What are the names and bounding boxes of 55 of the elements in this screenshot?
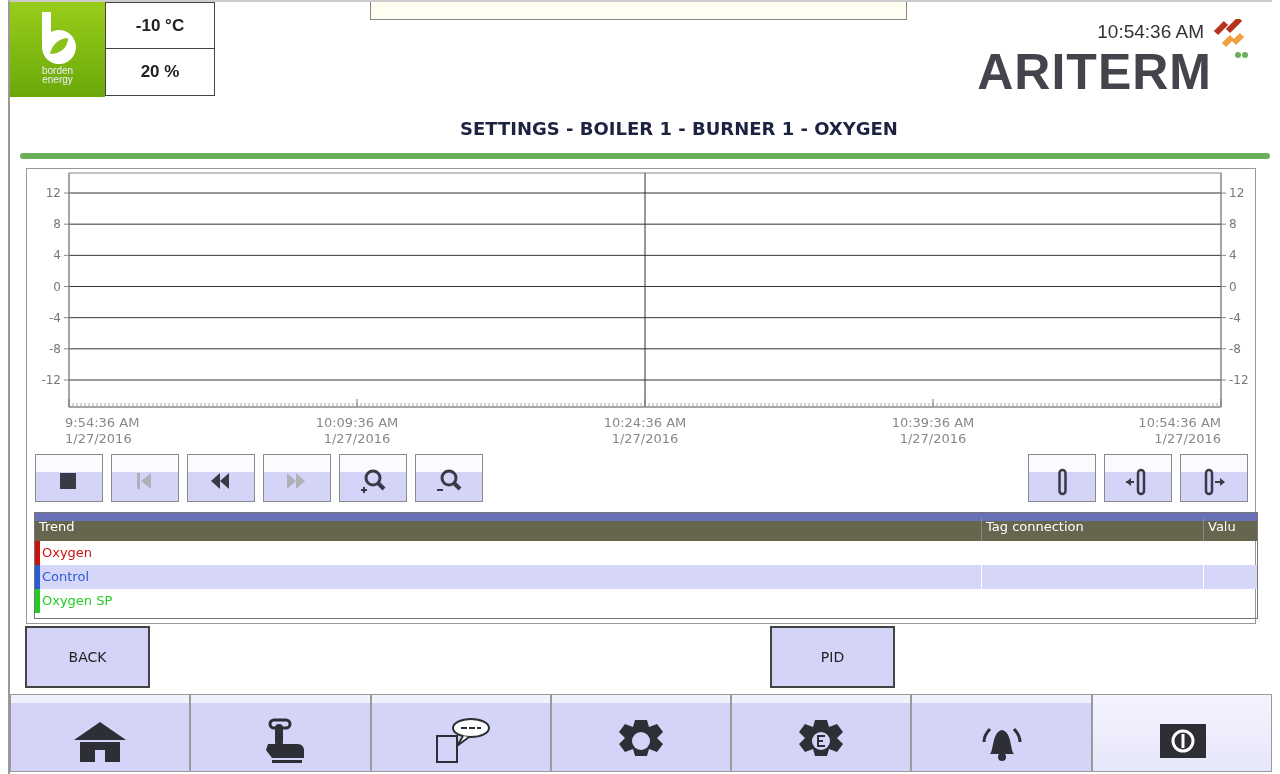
nav-tab[interactable] — [10, 694, 191, 772]
nav-tab[interactable] — [190, 694, 371, 772]
zoom-in-button[interactable] — [339, 454, 407, 502]
axis-label: 9:54:36 AM — [65, 415, 140, 430]
trend-name: Oxygen — [42, 544, 93, 563]
axis-label: -12 — [1229, 373, 1249, 387]
ruler-right-button[interactable] — [1180, 454, 1248, 502]
brand-logo-text: ARITERM — [977, 46, 1212, 97]
axis-label: 0 — [1229, 279, 1237, 294]
axis-label: 1/27/2016 — [611, 431, 679, 446]
clock: 10:54:36 AM — [1097, 20, 1204, 44]
nav-tab[interactable] — [731, 694, 912, 772]
trend-name: Oxygen SP — [42, 592, 113, 611]
axis-label: 10:39:36 AM — [891, 415, 975, 430]
zoom-out-button[interactable] — [415, 454, 483, 502]
temperature-display: -10 °C — [105, 2, 215, 49]
axis-label: 0 — [53, 279, 61, 294]
axis-label: 4 — [53, 248, 61, 263]
axis-label: 1/27/2016 — [899, 431, 967, 446]
nav-tab[interactable] — [1091, 694, 1272, 772]
logo-text: energy — [42, 75, 73, 84]
axis-label: -4 — [1229, 310, 1241, 325]
ruler-button[interactable] — [1028, 454, 1096, 502]
axis-label: -8 — [1229, 341, 1241, 356]
back-button[interactable]: BACK — [25, 626, 150, 688]
column-header: Valu — [1208, 518, 1236, 534]
axis-label: 8 — [53, 217, 61, 232]
humidity-display: 20 % — [105, 49, 215, 96]
axis-label: -4 — [49, 310, 61, 325]
zoom-in-icon — [359, 468, 387, 496]
axis-label: 1/27/2016 — [323, 431, 391, 446]
trend-name: Control — [42, 568, 89, 587]
axis-label: -12 — [41, 373, 61, 387]
axis-label: 10:24:36 AM — [603, 415, 687, 430]
nav-tab[interactable] — [550, 694, 732, 772]
axis-label: 10:54:36 AM — [1138, 415, 1221, 430]
logo-text: borden — [41, 66, 74, 75]
ruler-left-button[interactable] — [1104, 454, 1172, 502]
axis-label: 8 — [1229, 217, 1237, 232]
nav-tab[interactable] — [370, 694, 551, 772]
column-header: Tag connection — [986, 518, 1084, 534]
axis-label: 1/27/2016 — [65, 431, 132, 446]
axis-label: 12 — [45, 186, 61, 200]
page-title: SETTINGS - BOILER 1 - BURNER 1 - OXYGEN — [460, 118, 898, 139]
pid-button[interactable]: PID — [770, 626, 895, 688]
axis-label: 10:09:36 AM — [315, 415, 399, 430]
column-header: Trend — [39, 518, 75, 534]
axis-label: -8 — [49, 341, 61, 356]
nav-tab[interactable] — [911, 694, 1092, 772]
axis-label: 12 — [1229, 186, 1245, 200]
axis-label: 1/27/2016 — [1154, 431, 1221, 446]
ruler-icon — [1057, 468, 1067, 496]
axis-label: 4 — [1229, 248, 1237, 263]
rewind-button[interactable] — [187, 454, 255, 502]
stop-button[interactable] — [35, 454, 103, 502]
